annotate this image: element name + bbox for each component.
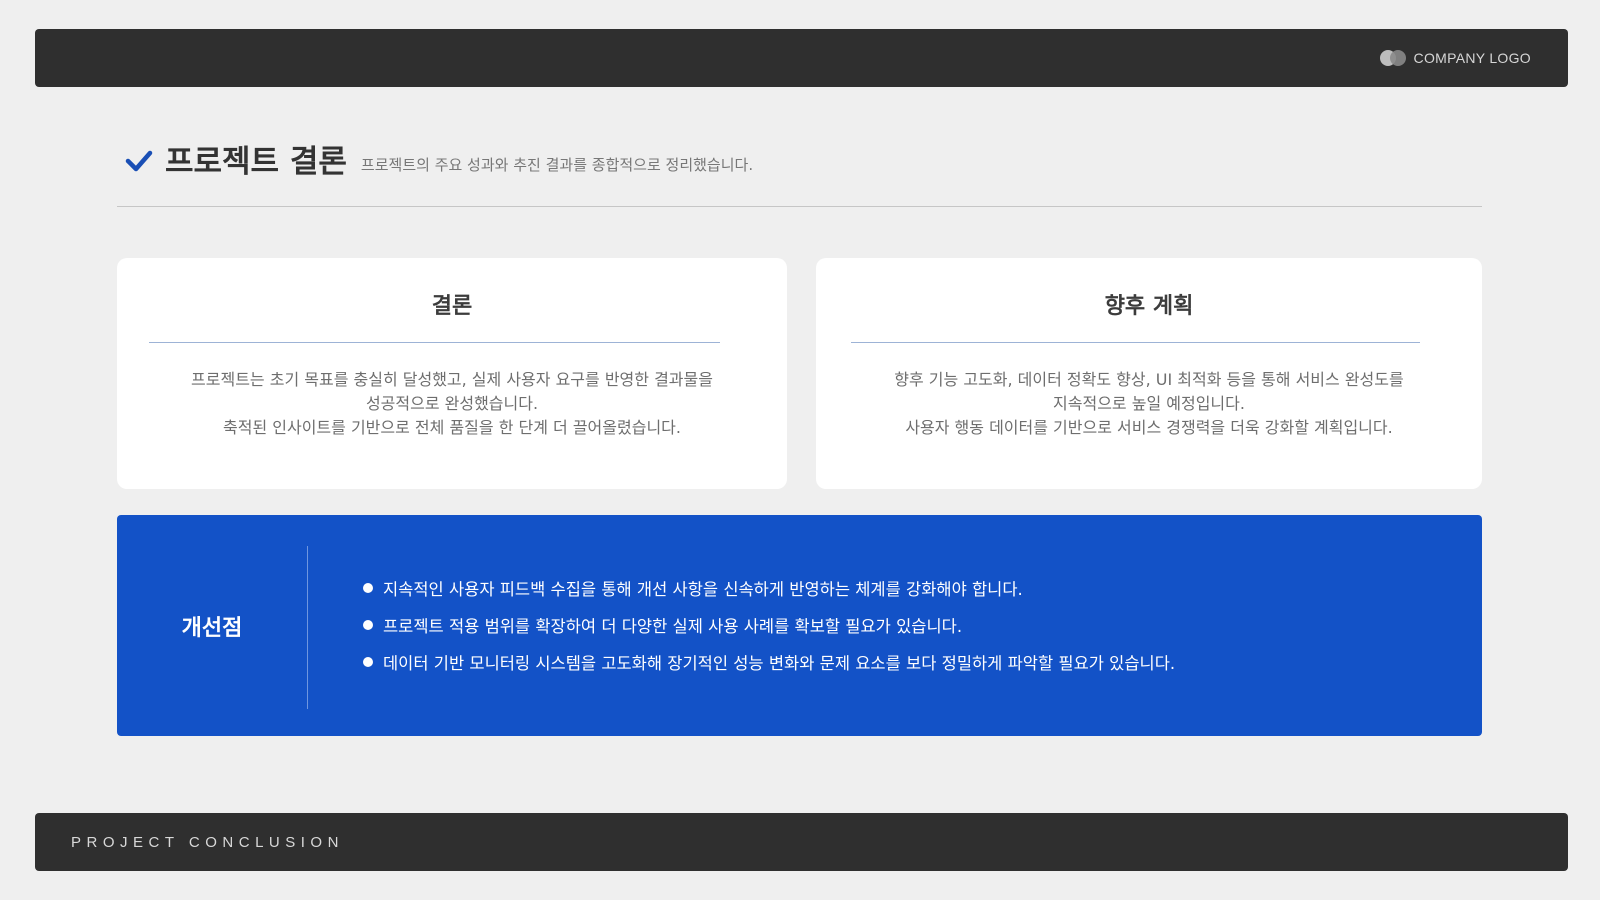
page-title: 프로젝트 결론 [165,144,347,180]
check-icon [125,150,153,172]
improvements-list: 지속적인 사용자 피드백 수집을 통해 개선 사항을 신속하게 반영하는 체계를… [363,569,1452,680]
footer-bar: PROJECT CONCLUSION [35,813,1568,871]
footer-text: PROJECT CONCLUSION [71,833,344,851]
card-divider [149,342,720,343]
conclusion-card: 결론 프로젝트는 초기 목표를 충실히 달성했고, 실제 사용자 요구를 반영한… [117,258,787,489]
bullet-icon [363,656,373,667]
page-subtitle: 프로젝트의 주요 성과와 추진 결과를 종합적으로 정리했습니다. [360,156,754,175]
panel-divider [307,546,308,709]
list-item-text: 프로젝트 적용 범위를 확장하여 더 다양한 실제 사용 사례를 확보할 필요가… [383,616,963,636]
card-line: 지속적으로 높일 예정입니다. [1053,394,1245,413]
card-divider [851,342,1420,343]
list-item-text: 데이터 기반 모니터링 시스템을 고도화해 장기적인 성능 변화와 문제 요소를… [383,653,1176,673]
card-line: 향후 기능 고도화, 데이터 정확도 향상, UI 최적화 등을 통해 서비스 … [894,370,1404,389]
card-title: 결론 [431,294,473,319]
header-bar: COMPANY LOGO [35,29,1568,87]
card-title: 향후 계획 [1104,294,1194,319]
card-body: 프로젝트는 초기 목표를 충실히 달성했고, 실제 사용자 요구를 반영한 결과… [147,368,757,440]
company-logo: COMPANY LOGO [1379,50,1531,66]
card-body: 향후 기능 고도화, 데이터 정확도 향상, UI 최적화 등을 통해 서비스 … [846,368,1452,440]
list-item: 프로젝트 적용 범위를 확장하여 더 다양한 실제 사용 사례를 확보할 필요가… [363,606,1452,643]
card-line: 프로젝트는 초기 목표를 충실히 달성했고, 실제 사용자 요구를 반영한 결과… [191,370,713,389]
slide: COMPANY LOGO 프로젝트 결론 프로젝트의 주요 성과와 추진 결과를… [0,0,1600,900]
logo-text: COMPANY LOGO [1413,50,1531,66]
card-line: 성공적으로 완성했습니다. [365,394,539,413]
title-divider [117,206,1482,207]
improvements-panel: 개선점 지속적인 사용자 피드백 수집을 통해 개선 사항을 신속하게 반영하는… [117,515,1482,736]
list-item-text: 지속적인 사용자 피드백 수집을 통해 개선 사항을 신속하게 반영하는 체계를… [383,579,1023,599]
list-item: 지속적인 사용자 피드백 수집을 통해 개선 사항을 신속하게 반영하는 체계를… [363,569,1452,606]
card-line: 축적된 인사이트를 기반으로 전체 품질을 한 단계 더 끌어올렸습니다. [223,418,681,437]
list-item: 데이터 기반 모니터링 시스템을 고도화해 장기적인 성능 변화와 문제 요소를… [363,643,1452,680]
improvements-title: 개선점 [181,615,243,641]
bullet-icon [363,619,373,630]
card-line: 사용자 행동 데이터를 기반으로 서비스 경쟁력을 더욱 강화할 계획입니다. [905,418,1393,437]
title-row: 프로젝트 결론 프로젝트의 주요 성과와 추진 결과를 종합적으로 정리했습니다… [125,145,1482,179]
future-plan-card: 향후 계획 향후 기능 고도화, 데이터 정확도 향상, UI 최적화 등을 통… [816,258,1482,489]
logo-circles-icon [1379,50,1406,66]
bullet-icon [363,582,373,593]
